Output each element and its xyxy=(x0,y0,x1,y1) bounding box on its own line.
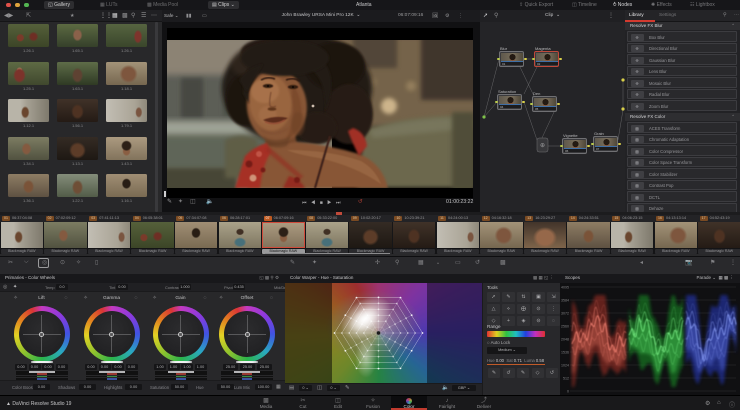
svg-text:1024: 1024 xyxy=(561,363,569,367)
svg-text:512: 512 xyxy=(563,376,569,380)
svg-text:1536: 1536 xyxy=(561,350,569,354)
svg-text:3584: 3584 xyxy=(561,298,569,302)
svg-text:0: 0 xyxy=(567,389,569,393)
svg-text:4095: 4095 xyxy=(561,285,569,289)
svg-text:⊕: ⊕ xyxy=(540,143,545,149)
svg-text:2048: 2048 xyxy=(561,337,569,341)
svg-text:3072: 3072 xyxy=(561,311,569,315)
svg-text:2560: 2560 xyxy=(561,324,569,328)
